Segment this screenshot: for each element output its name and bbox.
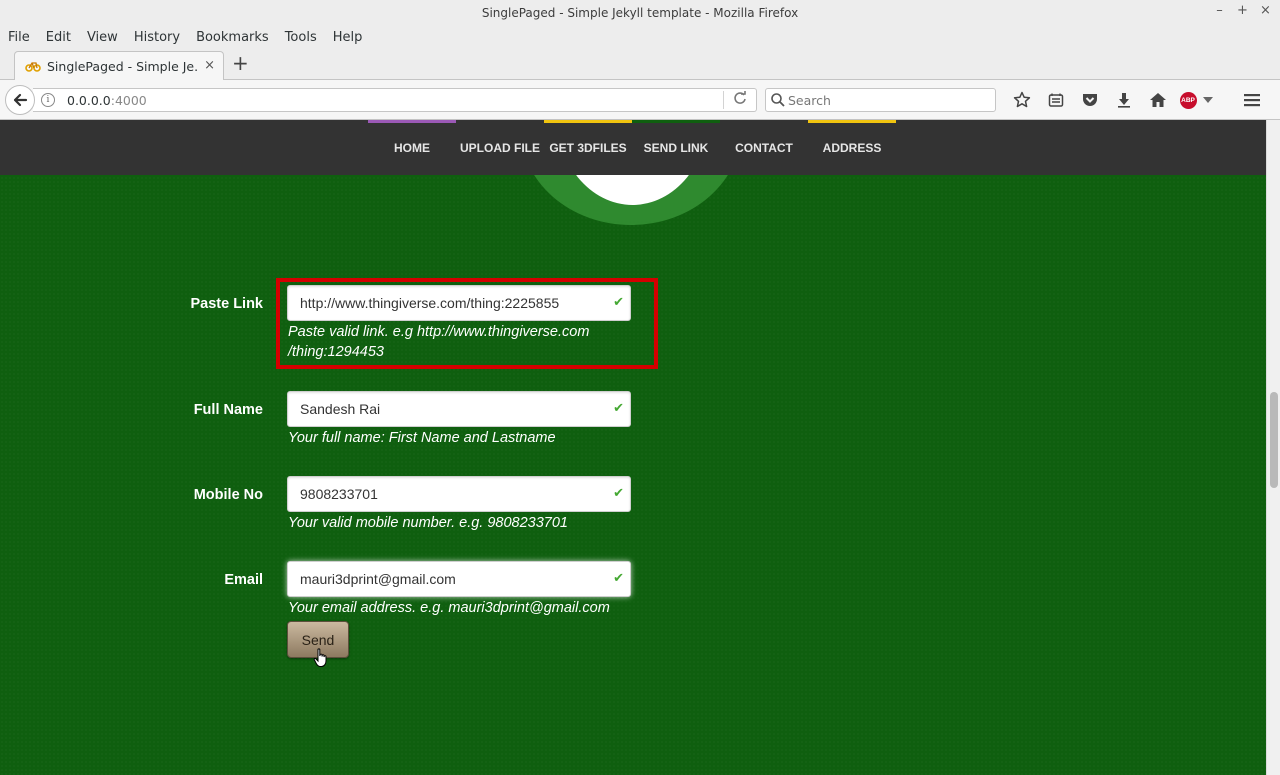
window-title: SinglePaged - Simple Jekyll template - M… — [481, 6, 799, 20]
mobile-input[interactable] — [300, 485, 600, 503]
chevron-down-icon[interactable] — [1201, 88, 1215, 112]
mobile-help: Your valid mobile number. e.g. 980823370… — [288, 515, 568, 531]
nav-address-label: ADDRESS — [822, 140, 882, 155]
valid-check-icon: ✔ — [613, 486, 624, 501]
nav-toolbar: i 0.0.0.0:4000 ABP — [0, 80, 1280, 120]
new-tab-button[interactable]: + — [232, 53, 249, 73]
nav-get-3dfiles[interactable]: GET 3DFILES — [544, 120, 632, 175]
nav-home-bar — [368, 120, 456, 123]
reload-icon[interactable] — [733, 91, 747, 109]
nav-contact[interactable]: CONTACT — [720, 120, 808, 175]
minimize-button[interactable]: – — [1213, 3, 1226, 18]
full-name-field[interactable]: ✔ — [287, 391, 631, 427]
close-window-button[interactable]: × — [1259, 3, 1272, 18]
nav-send-link[interactable]: SEND LINK — [632, 120, 720, 175]
menu-view[interactable]: View — [87, 30, 118, 45]
nav-sendlink-label: SEND LINK — [643, 140, 709, 155]
nav-address[interactable]: ADDRESS — [808, 120, 896, 175]
paste-link-help: Paste valid link. e.g http://www.thingiv… — [288, 322, 589, 362]
search-input[interactable] — [788, 91, 988, 109]
nav-home[interactable]: HOME — [368, 120, 456, 175]
home-icon[interactable] — [1141, 88, 1175, 112]
menubar: File Edit View History Bookmarks Tools H… — [0, 26, 1280, 48]
valid-check-icon: ✔ — [613, 295, 624, 310]
search-icon — [770, 92, 786, 112]
page-viewport: HOME UPLOAD FILE GET 3DFILES SEND LINK C… — [0, 120, 1266, 775]
search-bar[interactable] — [765, 88, 996, 112]
nav-get3d-bar — [544, 120, 632, 123]
mobile-label: Mobile No — [193, 487, 263, 503]
menu-history[interactable]: History — [134, 30, 180, 45]
paste-link-field[interactable]: ✔ — [287, 285, 631, 321]
hamburger-menu-icon[interactable] — [1235, 88, 1269, 112]
tab-singlepaged[interactable]: SinglePaged - Simple Je... × — [14, 51, 224, 80]
nav-contact-bar — [720, 120, 808, 123]
tab-bar: SinglePaged - Simple Je... × + — [0, 48, 1280, 80]
window-titlebar: SinglePaged - Simple Jekyll template - M… — [0, 0, 1280, 26]
nav-upload-label: UPLOAD FILE — [460, 140, 540, 155]
nav-get3d-label: GET 3DFILES — [549, 140, 627, 155]
bookmark-star-icon[interactable] — [1005, 88, 1039, 112]
scrollbar-thumb[interactable] — [1270, 392, 1278, 488]
email-field[interactable]: ✔ — [287, 561, 631, 597]
reading-list-icon[interactable] — [1039, 88, 1073, 112]
hand-cursor-icon — [313, 648, 331, 672]
maximize-button[interactable]: + — [1236, 3, 1249, 18]
nav-sendlink-bar — [632, 120, 720, 123]
nav-contact-label: CONTACT — [735, 140, 793, 155]
back-arrow-icon — [13, 93, 28, 107]
email-input[interactable] — [300, 570, 600, 588]
full-name-label: Full Name — [193, 402, 263, 418]
email-label: Email — [224, 572, 263, 588]
paste-link-label: Paste Link — [190, 296, 263, 312]
url-bar[interactable]: i 0.0.0.0:4000 — [33, 88, 757, 112]
site-navigation: HOME UPLOAD FILE GET 3DFILES SEND LINK C… — [0, 120, 1266, 175]
bicycle-favicon-icon — [25, 58, 41, 74]
back-button[interactable] — [5, 85, 35, 115]
menu-help[interactable]: Help — [333, 30, 363, 45]
paste-link-input[interactable] — [300, 294, 600, 312]
menu-bookmarks[interactable]: Bookmarks — [196, 30, 269, 45]
tab-label: SinglePaged - Simple Je... — [47, 58, 197, 74]
adblock-plus-icon[interactable]: ABP — [1175, 88, 1201, 112]
nav-upload-bar — [456, 120, 544, 123]
mobile-field[interactable]: ✔ — [287, 476, 631, 512]
page-scrollbar[interactable] — [1266, 120, 1280, 775]
nav-address-bar — [808, 120, 896, 123]
url-host: 0.0.0.0 — [67, 93, 111, 108]
menu-file[interactable]: File — [8, 30, 30, 45]
url-divider — [723, 91, 724, 109]
url-text: 0.0.0.0:4000 — [67, 93, 147, 108]
valid-check-icon: ✔ — [613, 571, 624, 586]
paste-link-help-line2: /thing:1294453 — [288, 344, 384, 360]
site-info-icon[interactable]: i — [41, 93, 55, 107]
menu-edit[interactable]: Edit — [46, 30, 71, 45]
paste-link-help-line1: Paste valid link. e.g http://www.thingiv… — [288, 324, 590, 340]
tab-close-icon[interactable]: × — [204, 58, 215, 73]
full-name-input[interactable] — [300, 400, 600, 418]
toolbar-icons: ABP — [1005, 88, 1269, 112]
menu-tools[interactable]: Tools — [285, 30, 317, 45]
url-port: :4000 — [110, 93, 147, 108]
pocket-icon[interactable] — [1073, 88, 1107, 112]
full-name-help: Your full name: First Name and Lastname — [288, 430, 556, 446]
email-help: Your email address. e.g. mauri3dprint@gm… — [288, 600, 610, 616]
window-controls: – + × — [1213, 3, 1272, 18]
nav-home-label: HOME — [394, 140, 430, 155]
valid-check-icon: ✔ — [613, 401, 624, 416]
nav-upload-file[interactable]: UPLOAD FILE — [456, 120, 544, 175]
download-icon[interactable] — [1107, 88, 1141, 112]
